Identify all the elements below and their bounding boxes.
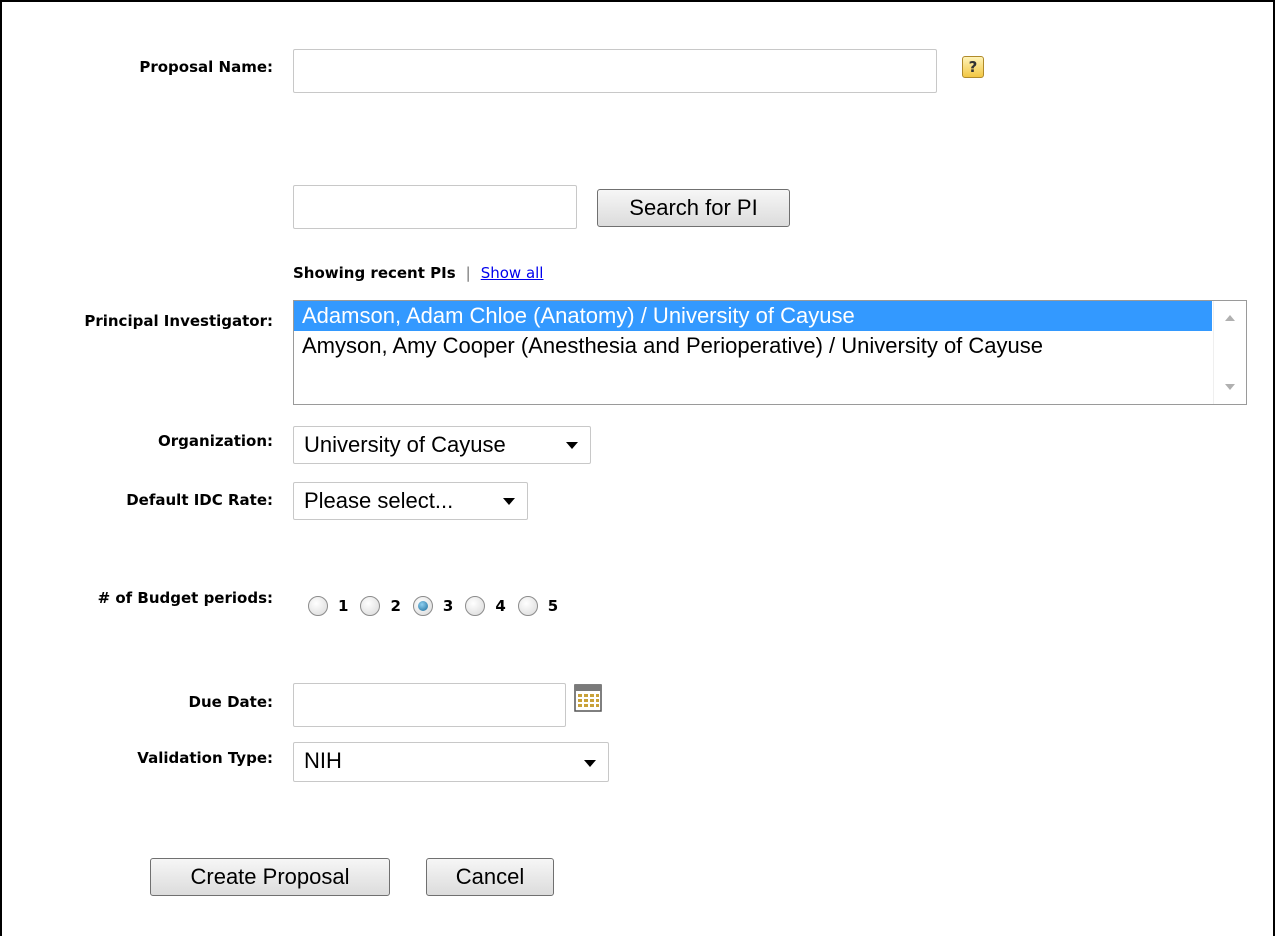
due-date-label: Due Date: [188, 693, 273, 711]
search-for-pi-button[interactable]: Search for PI [597, 189, 790, 227]
principal-investigator-label: Principal Investigator: [84, 312, 273, 330]
organization-label: Organization: [158, 432, 273, 450]
budget-period-label-3: 3 [442, 597, 454, 615]
validation-type-select[interactable]: NIH [293, 742, 609, 782]
idc-rate-select[interactable]: Please select... [293, 482, 528, 520]
due-date-input[interactable] [293, 683, 566, 727]
chevron-down-icon [584, 760, 596, 767]
proposal-name-label: Proposal Name: [139, 58, 273, 76]
create-proposal-button[interactable]: Create Proposal [150, 858, 390, 896]
budget-period-radio-4[interactable] [465, 596, 486, 616]
organization-select[interactable]: University of Cayuse [293, 426, 591, 464]
budget-period-label-5: 5 [547, 597, 559, 615]
recent-pis-bar: Showing recent PIs | Show all [293, 264, 543, 282]
idc-rate-label: Default IDC Rate: [126, 491, 273, 509]
proposal-name-input[interactable] [293, 49, 937, 93]
help-icon[interactable]: ? [962, 56, 984, 78]
budget-period-label-1: 1 [338, 597, 349, 615]
show-all-link[interactable]: Show all [481, 264, 544, 282]
scroll-down-icon[interactable] [1225, 384, 1235, 390]
validation-type-label: Validation Type: [137, 749, 273, 767]
budget-periods-radio-group: 1 2 3 4 5 [308, 590, 570, 622]
budget-period-radio-2[interactable] [360, 596, 381, 616]
budget-period-radio-5[interactable] [517, 596, 538, 616]
budget-periods-label: # of Budget periods: [97, 589, 273, 607]
calendar-icon[interactable] [574, 684, 602, 712]
idc-rate-value: Please select... [304, 488, 454, 513]
scroll-up-icon[interactable] [1225, 315, 1235, 321]
recent-pis-text: Showing recent PIs [293, 264, 456, 282]
budget-period-label-2: 2 [390, 597, 401, 615]
organization-value: University of Cayuse [304, 432, 506, 457]
principal-investigator-listbox[interactable]: Adamson, Adam Chloe (Anatomy) / Universi… [293, 300, 1247, 405]
pi-option[interactable]: Amyson, Amy Cooper (Anesthesia and Perio… [294, 331, 1212, 361]
pi-option[interactable]: Adamson, Adam Chloe (Anatomy) / Universi… [294, 301, 1212, 331]
chevron-down-icon [503, 498, 515, 505]
validation-type-value: NIH [304, 748, 342, 773]
cancel-button[interactable]: Cancel [426, 858, 554, 896]
budget-period-label-4: 4 [495, 597, 506, 615]
chevron-down-icon [566, 442, 578, 449]
listbox-scrollbar[interactable] [1213, 301, 1246, 404]
form-panel: Proposal Name: ? Search for PI Showing r… [0, 0, 1275, 936]
budget-period-radio-1[interactable] [308, 596, 328, 616]
pi-search-input[interactable] [293, 185, 577, 229]
budget-period-radio-3[interactable] [412, 596, 433, 616]
recent-separator: | [465, 264, 471, 282]
